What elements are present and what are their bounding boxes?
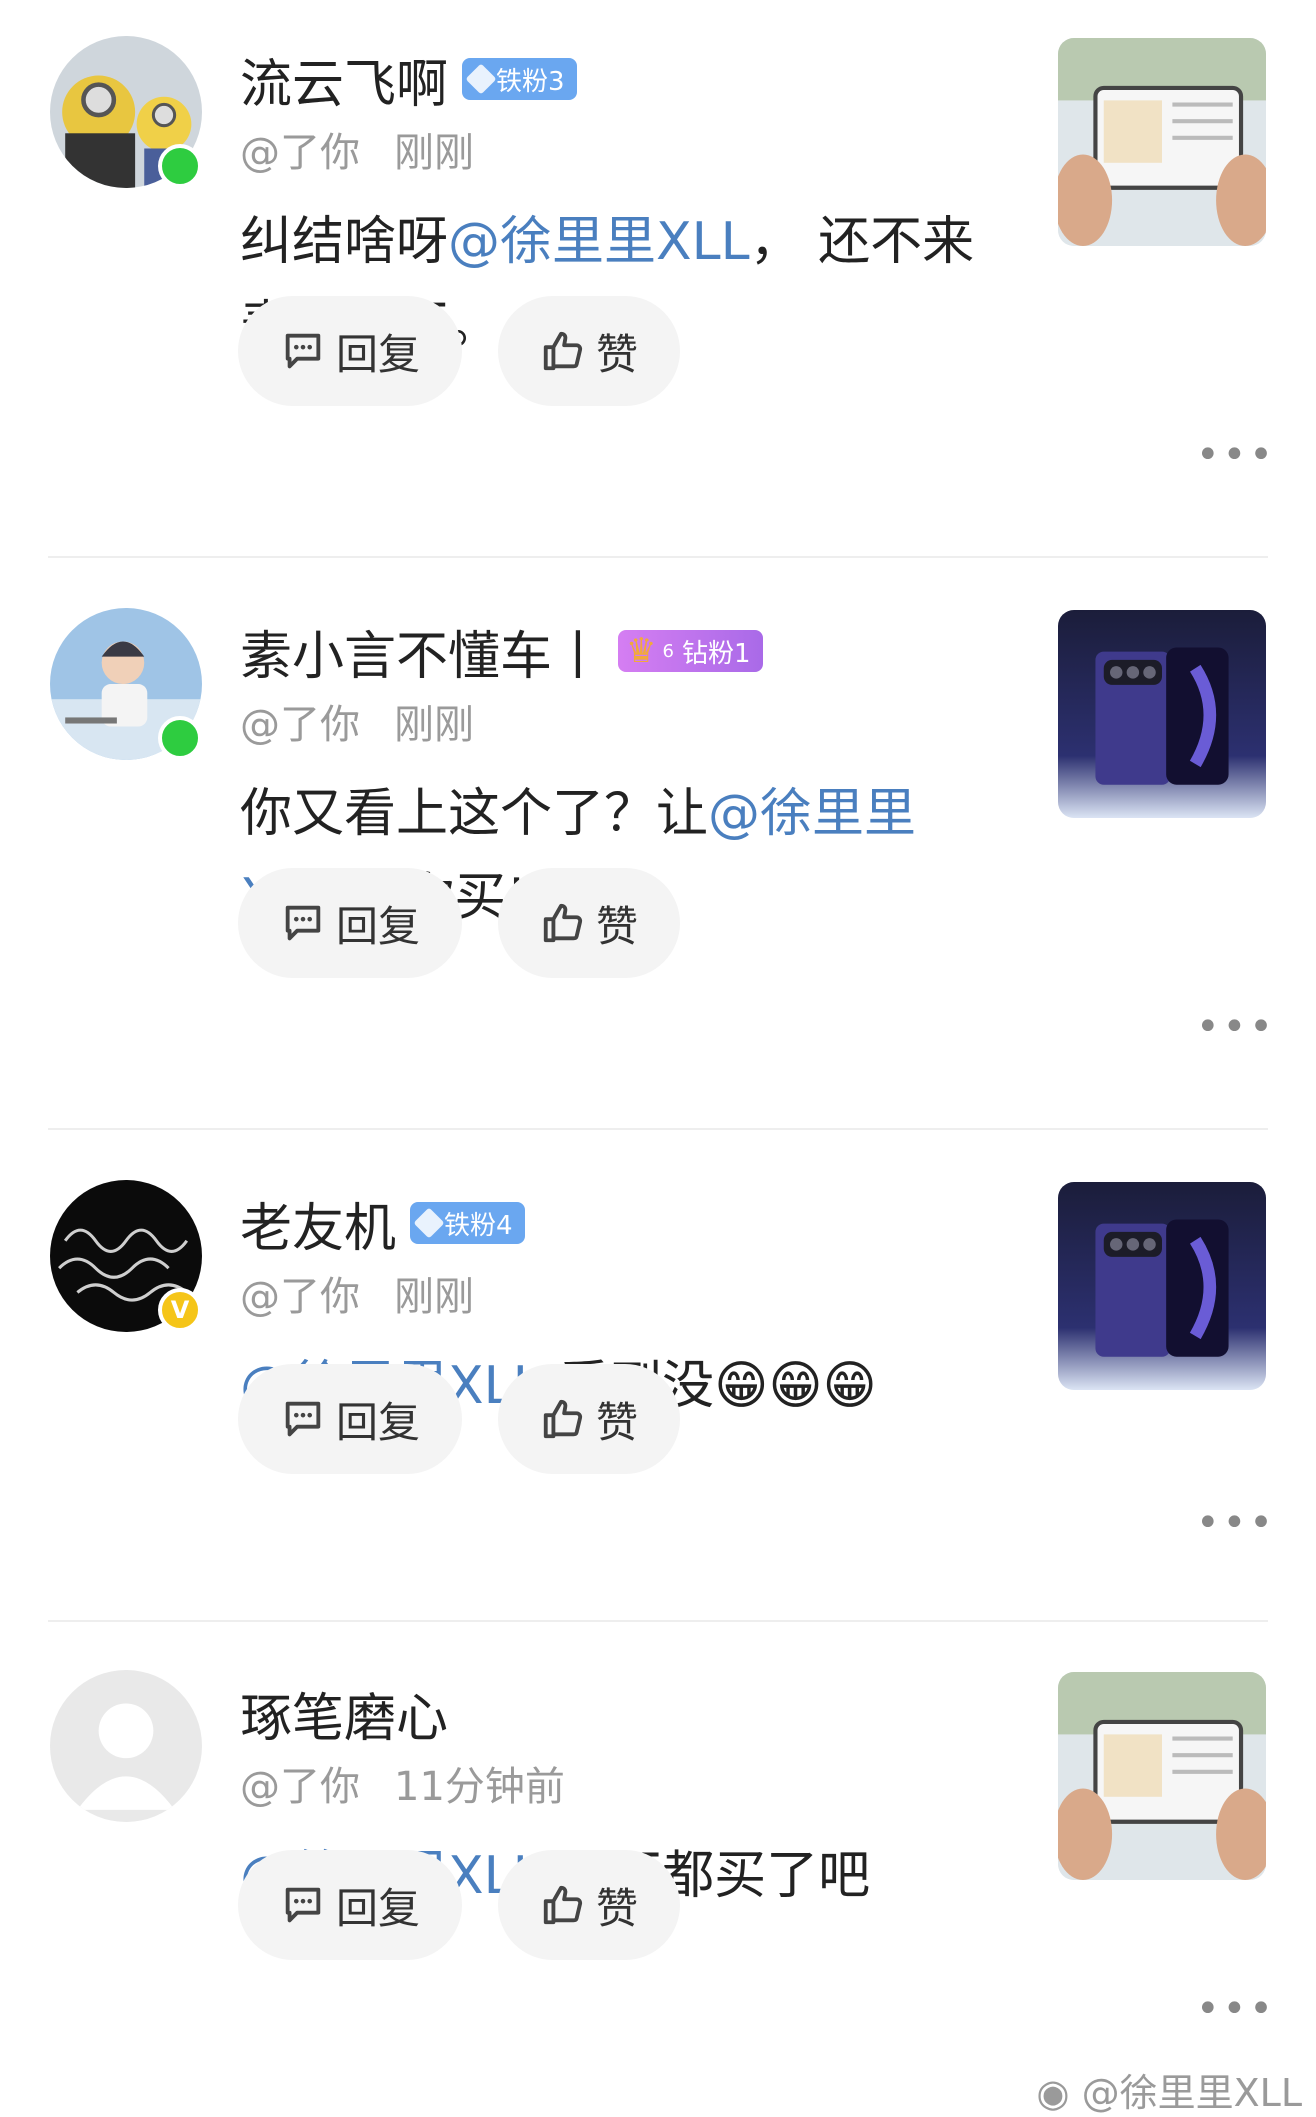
thumbs-up-icon [543, 331, 583, 371]
comment-meta: @了你 11分钟前 [240, 1754, 565, 1812]
comment-icon [285, 333, 321, 369]
watermark-text: @徐里里XLL [1081, 2071, 1302, 2115]
like-button[interactable]: 赞 [498, 1364, 680, 1474]
default-avatar-icon [50, 1670, 202, 1822]
fan-badge-label: 铁粉4 [444, 1210, 513, 1241]
attached-image-phone[interactable] [1058, 610, 1266, 818]
online-status-icon [158, 144, 202, 188]
fan-badge-label: 钻粉1 [681, 638, 751, 669]
username[interactable]: 素小言不懂车丨 [240, 614, 604, 689]
attached-image-foldable[interactable] [1058, 38, 1266, 246]
comment-meta: @了你 刚刚 [240, 1264, 474, 1322]
like-button[interactable]: 赞 [498, 296, 680, 406]
comment-meta: @了你 刚刚 [240, 692, 474, 750]
foldable-phone-image [1058, 1672, 1266, 1880]
like-label: 赞 [595, 1883, 638, 1933]
fan-badge: ♛ 6 钻粉1 [618, 630, 763, 672]
thumbs-up-icon [543, 1399, 583, 1439]
meta-time: 11分钟前 [394, 1764, 565, 1810]
phone-render-image [1058, 610, 1266, 818]
mention-link[interactable]: @徐里里XLL [448, 212, 750, 272]
username[interactable]: 琢笔磨心 [240, 1676, 448, 1751]
reply-button[interactable]: 回复 [238, 296, 462, 406]
meta-time: 刚刚 [394, 702, 474, 748]
divider [48, 556, 1268, 558]
diamond-icon [413, 1207, 445, 1239]
watermark: ◉ @徐里里XLL [1036, 2062, 1302, 2117]
like-label: 赞 [595, 1397, 638, 1447]
username[interactable]: 流云飞啊 [240, 42, 448, 117]
like-button[interactable]: 赞 [498, 868, 680, 978]
reply-label: 回复 [335, 1883, 420, 1933]
verified-v-icon: V [158, 1288, 202, 1332]
comment-text-prefix: 你又看上这个了？让 [240, 784, 709, 844]
more-options-icon[interactable]: ••• [1196, 432, 1276, 478]
phone-render-image [1058, 1182, 1266, 1390]
reply-label: 回复 [335, 329, 420, 379]
fan-badge: 铁粉3 [462, 58, 577, 100]
like-button[interactable]: 赞 [498, 1850, 680, 1960]
comment-icon [285, 1401, 321, 1437]
reply-button[interactable]: 回复 [238, 1850, 462, 1960]
fan-badge-level: 6 [662, 640, 674, 662]
comment-text-prefix: 纠结啥呀 [240, 212, 449, 272]
comment-meta: @了你 刚刚 [240, 120, 474, 178]
like-label: 赞 [595, 329, 638, 379]
reply-label: 回复 [335, 1397, 420, 1447]
meta-time: 刚刚 [394, 130, 474, 176]
divider [48, 1128, 1268, 1130]
attached-image-phone[interactable] [1058, 1182, 1266, 1390]
meta-user: @了你 [240, 1764, 360, 1810]
diamond-icon [465, 63, 497, 95]
reply-label: 回复 [335, 901, 420, 951]
avatar[interactable] [50, 1670, 202, 1822]
fan-badge: 铁粉4 [410, 1202, 525, 1244]
divider [48, 1620, 1268, 1622]
more-options-icon[interactable]: ••• [1196, 1986, 1276, 2032]
meta-user: @了你 [240, 1274, 360, 1320]
fan-badge-label: 铁粉3 [496, 66, 565, 97]
thumbs-up-icon [543, 903, 583, 943]
reply-button[interactable]: 回复 [238, 868, 462, 978]
attached-image-foldable[interactable] [1058, 1672, 1266, 1880]
meta-user: @了你 [240, 130, 360, 176]
more-options-icon[interactable]: ••• [1196, 1500, 1276, 1546]
weibo-logo-icon: ◉ [1036, 2071, 1070, 2115]
more-options-icon[interactable]: ••• [1196, 1004, 1276, 1050]
meta-user: @了你 [240, 702, 360, 748]
comment-icon [285, 1887, 321, 1923]
meta-time: 刚刚 [394, 1274, 474, 1320]
online-status-icon [158, 716, 202, 760]
like-label: 赞 [595, 901, 638, 951]
reply-button[interactable]: 回复 [238, 1364, 462, 1474]
comment-icon [285, 905, 321, 941]
foldable-phone-image [1058, 38, 1266, 246]
thumbs-up-icon [543, 1885, 583, 1925]
username[interactable]: 老友机 [240, 1186, 396, 1261]
crown-icon: ♛ [626, 631, 657, 671]
